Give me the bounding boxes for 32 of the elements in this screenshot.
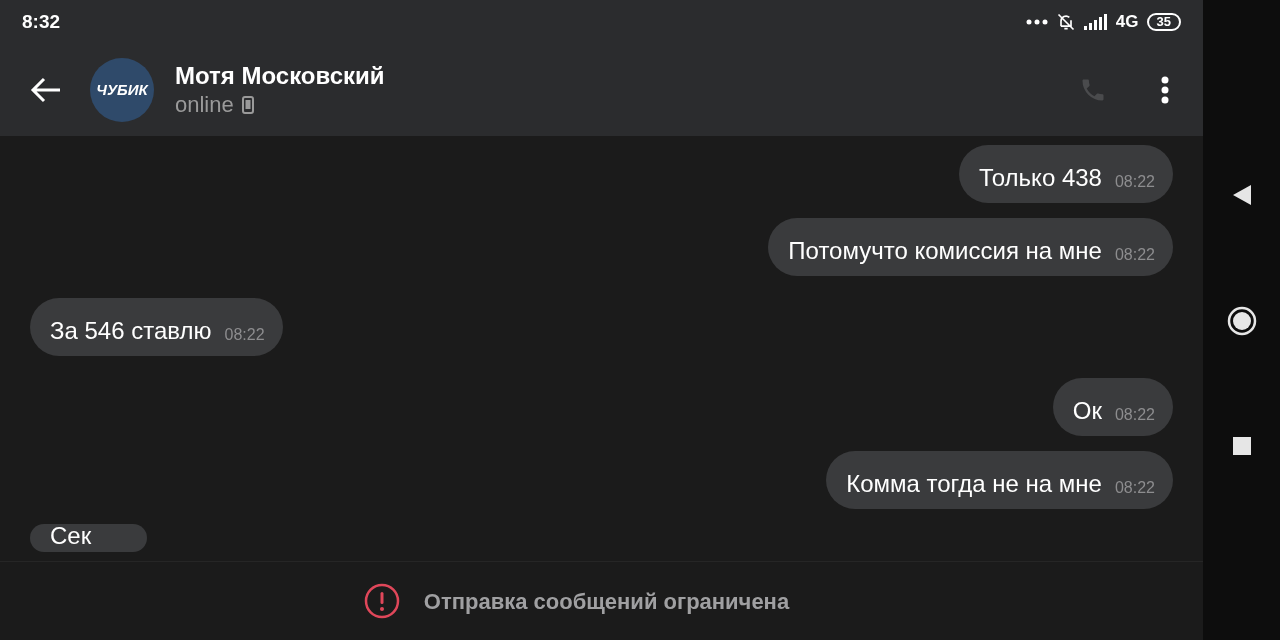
circle-icon — [1226, 306, 1257, 336]
phone-device-icon — [241, 96, 254, 114]
message-text: Комма тогда не на мне — [846, 470, 1102, 498]
signal-icon — [1083, 14, 1108, 30]
warning-icon — [363, 583, 400, 619]
message-time: 08:22 — [224, 325, 265, 345]
home-nav-button[interactable] — [1226, 306, 1257, 336]
square-icon — [1231, 436, 1252, 456]
message-text: Сек — [50, 522, 92, 550]
message-text: Ок — [1072, 397, 1102, 425]
recents-nav-button[interactable] — [1231, 436, 1252, 456]
contact-avatar[interactable]: ЧУБИК — [90, 58, 154, 122]
muted-bell-icon — [1055, 12, 1076, 32]
message-time: 08:22 — [1114, 478, 1155, 498]
contact-name: Мотя Московский — [175, 61, 385, 91]
back-nav-button[interactable] — [1231, 184, 1252, 206]
restriction-notice: Отправка сообщений ограничена — [423, 587, 790, 616]
contact-status: online — [175, 91, 234, 119]
back-arrow-icon — [30, 76, 62, 104]
message-text: Потомучто комиссия на мне — [788, 237, 1102, 265]
battery-level: 35 — [1146, 13, 1181, 31]
message-time: 08:22 — [1114, 172, 1155, 192]
message-text: Только 438 — [979, 164, 1102, 192]
message-text: За 546 ставлю — [50, 317, 212, 345]
more-dots-icon — [1025, 19, 1048, 25]
message-time: 08:22 — [1114, 245, 1155, 265]
message-time: 08:22 — [1114, 405, 1155, 425]
avatar-label: ЧУБИК — [96, 79, 148, 100]
clock-time: 8:32 — [22, 9, 61, 34]
triangle-icon — [1231, 184, 1252, 206]
network-type: 4G — [1115, 11, 1139, 34]
kebab-menu-icon — [1161, 76, 1169, 104]
